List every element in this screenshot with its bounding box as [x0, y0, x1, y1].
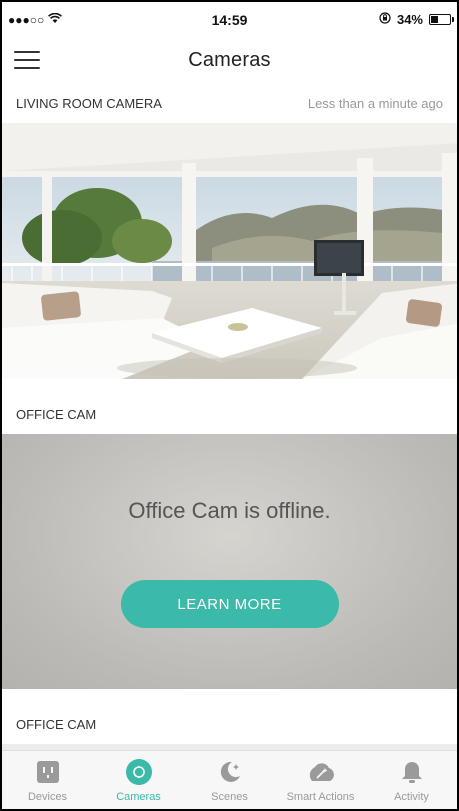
hamburger-menu-icon[interactable] [14, 51, 40, 69]
camera-name: OFFICE CAM [16, 406, 97, 422]
tab-scenes[interactable]: Scenes [184, 751, 275, 803]
signal-strength: ●●●○○ [8, 12, 45, 27]
camera-header-office-2: OFFICE CAM [2, 704, 457, 744]
tab-label: Smart Actions [286, 791, 355, 803]
status-time: 14:59 [211, 11, 248, 28]
tab-smart-actions[interactable]: Smart Actions [275, 751, 366, 803]
nav-header: Cameras [2, 37, 457, 84]
tab-devices[interactable]: Devices [2, 751, 93, 803]
page-title: Cameras [188, 48, 271, 71]
battery-percent: 34% [396, 12, 423, 27]
offline-message: Office Cam is offline. [128, 498, 331, 523]
magic-wand-icon [306, 757, 336, 787]
camera-name: LIVING ROOM CAMERA [16, 95, 162, 111]
camera-header-living-room: LIVING ROOM CAMERA Less than a minute ag… [2, 83, 457, 123]
status-left: ●●●○○ [8, 12, 63, 27]
tab-label: Activity [394, 791, 429, 803]
tab-cameras[interactable]: Cameras [93, 751, 184, 803]
orientation-lock-icon [379, 12, 391, 27]
camera-header-office: OFFICE CAM [2, 394, 457, 434]
battery-icon [429, 14, 454, 25]
status-bar: ●●●○○ 14:59 34% [2, 2, 457, 37]
camera-feed-living-room[interactable] [2, 123, 457, 379]
status-right: 34% [379, 12, 454, 27]
camera-name: OFFICE CAM [16, 716, 97, 732]
bell-icon [397, 757, 427, 787]
tab-activity[interactable]: Activity [366, 751, 457, 803]
phone-screen: ●●●○○ 14:59 34% Cameras LIVING ROOM CAME… [0, 0, 459, 811]
tab-label: Scenes [211, 791, 248, 803]
battery-level [431, 16, 438, 23]
camera-feed-office-offline: Office Cam is offline. LEARN MORE [2, 434, 457, 689]
camera-icon [124, 757, 154, 787]
wifi-icon [48, 12, 63, 27]
outlet-icon [33, 757, 63, 787]
tab-label: Devices [27, 791, 68, 803]
moon-icon [215, 757, 245, 787]
tab-bar: Devices Cameras Scenes Smart Actions Act… [2, 750, 457, 809]
learn-more-button[interactable]: LEARN MORE [120, 580, 339, 628]
camera-timestamp: Less than a minute ago [307, 95, 443, 111]
tab-label: Cameras [116, 791, 161, 803]
